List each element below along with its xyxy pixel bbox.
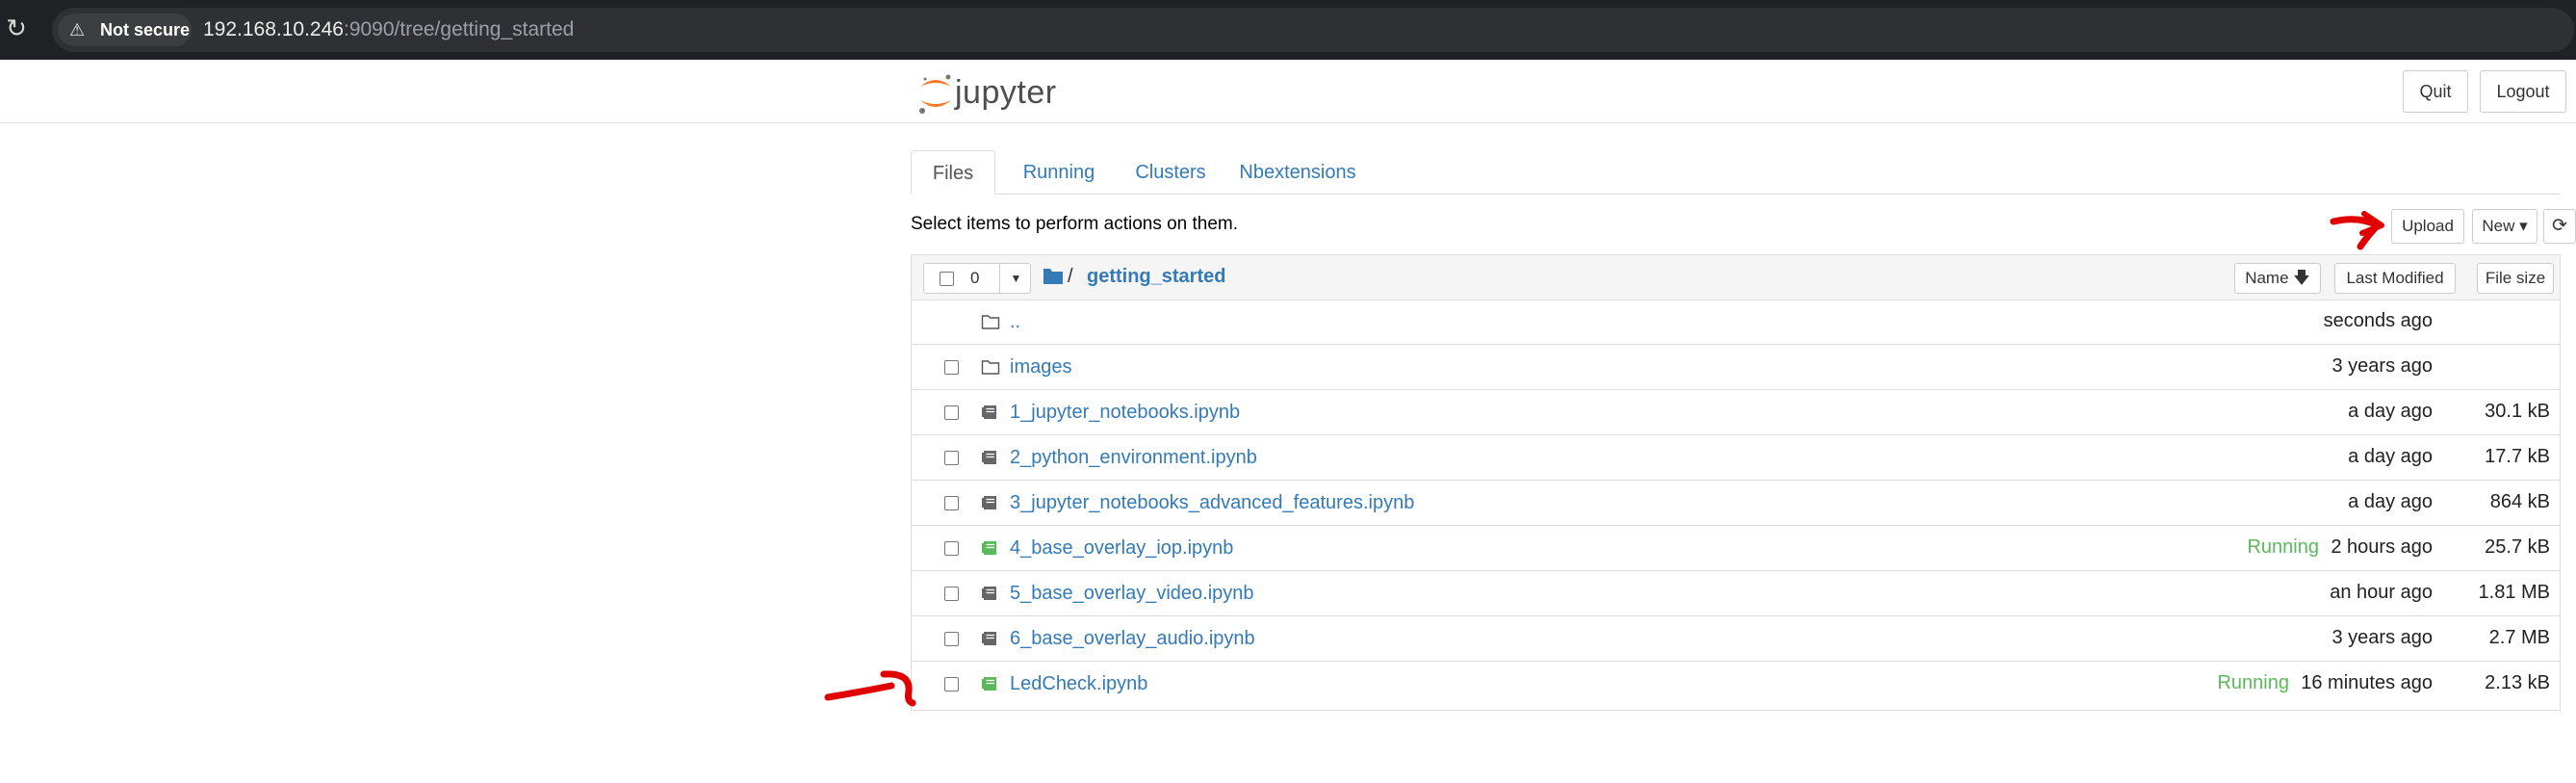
tab-files[interactable]: Files: [911, 150, 995, 195]
file-row[interactable]: 3_jupyter_notebooks_advanced_features.ip…: [912, 481, 2560, 526]
notebook-icon: [982, 451, 996, 464]
address-bar[interactable]: ⚠ Not secure 192.168.10.246:9090/tree/ge…: [52, 8, 2574, 52]
running-status: Running: [2217, 672, 2289, 693]
tab-bar: Files Running Clusters Nbextensions: [911, 150, 2561, 195]
row-checkbox[interactable]: [944, 677, 959, 692]
quit-button[interactable]: Quit: [2403, 70, 2468, 113]
folder-icon: [981, 360, 1000, 375]
sort-by-name-button[interactable]: Name 🡇: [2234, 263, 2321, 294]
notebook-icon: [982, 496, 996, 509]
last-modified: a day ago: [2348, 401, 2433, 422]
arrow-down-icon: 🡇: [2293, 269, 2310, 287]
tab-nbextensions[interactable]: Nbextensions: [1230, 150, 1365, 195]
file-row[interactable]: LedCheck.ipynb Running 16 minutes ago 2.13 …: [912, 662, 2560, 707]
file-name-link[interactable]: 6_base_overlay_audio.ipynb: [1010, 616, 1255, 662]
file-name-link[interactable]: 3_jupyter_notebooks_advanced_features.ip…: [1010, 481, 1414, 526]
selected-count: 0: [970, 269, 980, 287]
header-divider: [0, 122, 2576, 123]
file-size: 2.7 MB: [2488, 627, 2550, 648]
file-size: 17.7 kB: [2485, 446, 2550, 467]
file-size: 864 kB: [2489, 491, 2550, 512]
file-list: 0 ▼ / getting_started Name 🡇 Last Modifi…: [911, 254, 2561, 711]
last-modified: a day ago: [2348, 446, 2433, 467]
notebook-icon: [982, 632, 996, 645]
sort-by-size-button[interactable]: File size: [2477, 263, 2554, 294]
file-name-link[interactable]: 4_base_overlay_iop.ipynb: [1010, 526, 1233, 571]
tab-running[interactable]: Running: [1007, 150, 1111, 195]
security-label: Not secure: [100, 20, 191, 39]
last-modified: an hour ago: [2330, 582, 2433, 603]
last-modified: 2 hours ago: [2331, 536, 2433, 558]
url-text[interactable]: 192.168.10.246:9090/tree/getting_started: [203, 8, 574, 52]
reload-icon[interactable]: ↻: [2, 13, 31, 42]
last-modified: 3 years ago: [2331, 627, 2433, 648]
caret-down-icon: ▾: [2519, 217, 2528, 235]
row-checkbox[interactable]: [944, 632, 959, 646]
folder-icon: [981, 315, 1000, 329]
notebook-icon: [982, 677, 996, 691]
row-checkbox[interactable]: [944, 405, 959, 420]
file-row[interactable]: images 3 years ago: [912, 345, 2560, 390]
new-label: New: [2482, 217, 2515, 235]
select-all-checkbox[interactable]: [940, 272, 954, 286]
last-modified: 16 minutes ago: [2301, 672, 2433, 693]
select-instructions: Select items to perform actions on them.: [911, 214, 1239, 234]
last-modified: seconds ago: [2323, 310, 2433, 331]
file-row[interactable]: 2_python_environment.ipynb a day ago 17.7 …: [912, 435, 2560, 481]
row-checkbox[interactable]: [944, 451, 959, 465]
annotation-arrow-upload: [2330, 211, 2384, 250]
last-modified: a day ago: [2348, 491, 2433, 512]
jupyter-logo-icon: [919, 74, 951, 114]
browser-toolbar: ↻ ⚠ Not secure 192.168.10.246:9090/tree/…: [0, 0, 2576, 60]
file-name-link[interactable]: ..: [1010, 300, 1020, 345]
file-name-link[interactable]: 5_base_overlay_video.ipynb: [1010, 571, 1254, 616]
row-checkbox[interactable]: [944, 496, 959, 510]
file-list-header: 0 ▼ / getting_started Name 🡇 Last Modifi…: [912, 255, 2560, 300]
file-row[interactable]: 6_base_overlay_audio.ipynb 3 years ago 2.7…: [912, 616, 2560, 662]
sort-name-label: Name: [2245, 269, 2289, 287]
file-row[interactable]: 1_jupyter_notebooks.ipynb a day ago 30.1 k…: [912, 390, 2560, 435]
file-name-link[interactable]: LedCheck.ipynb: [1010, 662, 1147, 707]
jupyter-logo[interactable]: jupyter: [916, 71, 1080, 116]
file-name-link[interactable]: images: [1010, 345, 1071, 390]
notebook-icon: [982, 405, 996, 419]
notebook-icon: [982, 587, 996, 600]
logout-button[interactable]: Logout: [2480, 70, 2566, 113]
tab-clusters[interactable]: Clusters: [1122, 150, 1219, 195]
caret-down-icon[interactable]: ▼: [999, 264, 1032, 293]
warning-icon: ⚠: [69, 20, 86, 39]
breadcrumb-current-dir[interactable]: getting_started: [1087, 263, 1225, 290]
file-size: 1.81 MB: [2478, 582, 2550, 603]
breadcrumb-separator: /: [1068, 266, 1073, 287]
new-dropdown-button[interactable]: New ▾: [2472, 209, 2537, 244]
url-host: 192.168.10.246: [203, 18, 344, 40]
parent-dir-row[interactable]: .. seconds ago: [912, 300, 2560, 345]
file-row[interactable]: 5_base_overlay_video.ipynb an hour ago 1.8…: [912, 571, 2560, 616]
sort-by-modified-button[interactable]: Last Modified: [2334, 263, 2456, 294]
select-all-control[interactable]: 0 ▼: [923, 263, 1031, 294]
file-row[interactable]: 4_base_overlay_iop.ipynb Running 2 hours a…: [912, 526, 2560, 571]
folder-icon[interactable]: [1043, 263, 1064, 288]
file-name-link[interactable]: 1_jupyter_notebooks.ipynb: [1010, 390, 1240, 435]
refresh-icon[interactable]: ⟳: [2543, 209, 2576, 244]
logo-text: jupyter: [955, 74, 1057, 111]
row-checkbox[interactable]: [944, 360, 959, 375]
upload-button[interactable]: Upload: [2391, 209, 2464, 244]
notebook-icon: [982, 541, 996, 555]
file-size: 30.1 kB: [2485, 401, 2550, 422]
row-checkbox[interactable]: [944, 541, 959, 556]
url-path: :9090/tree/getting_started: [343, 18, 575, 40]
security-indicator[interactable]: ⚠ Not secure: [58, 13, 192, 46]
file-size: 25.7 kB: [2485, 536, 2550, 558]
row-checkbox[interactable]: [944, 587, 959, 601]
annotation-arrow-ledcheck: [824, 670, 916, 707]
file-size: 2.13 kB: [2485, 672, 2550, 693]
running-status: Running: [2247, 536, 2319, 558]
file-name-link[interactable]: 2_python_environment.ipynb: [1010, 435, 1257, 481]
last-modified: 3 years ago: [2331, 355, 2433, 377]
